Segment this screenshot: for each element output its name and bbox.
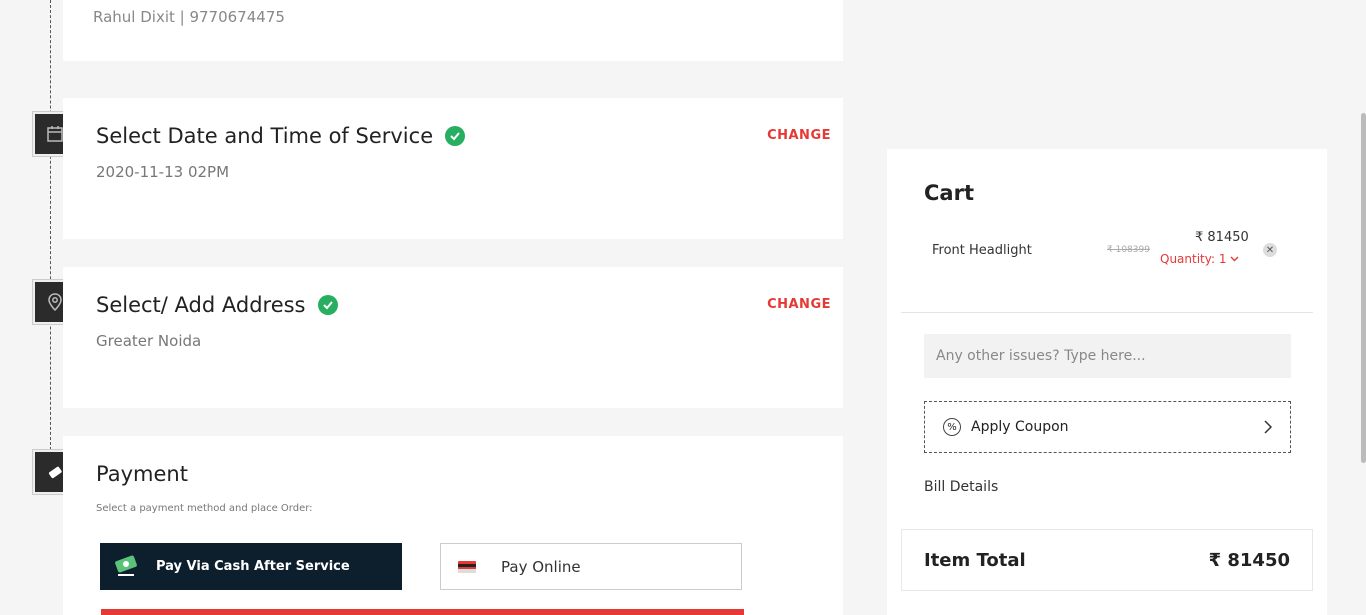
cart-panel: Cart Front Headlight ₹ 108399 ₹ 81450 Qu… — [887, 149, 1327, 615]
address-value: Greater Noida — [96, 332, 202, 350]
timeline-line — [50, 0, 51, 450]
change-address-button[interactable]: CHANGE — [767, 297, 831, 312]
payment-title: Payment — [96, 462, 188, 486]
item-total-row: Item Total ₹ 81450 — [901, 529, 1313, 591]
place-order-bar[interactable] — [101, 609, 744, 615]
card-icon — [457, 559, 477, 575]
apply-coupon-button[interactable]: % Apply Coupon — [924, 401, 1291, 453]
check-icon — [445, 126, 466, 146]
pay-cash-label: Pay Via Cash After Service — [156, 559, 350, 574]
address-card: Select/ Add Address Greater Noida CHANGE — [63, 267, 843, 408]
payment-hint: Select a payment method and place Order: — [96, 503, 313, 514]
pay-online-button[interactable]: Pay Online — [440, 543, 742, 590]
pay-online-label: Pay Online — [501, 557, 581, 576]
date-time-value: 2020-11-13 02PM — [96, 163, 230, 181]
cart-title: Cart — [924, 181, 974, 205]
percent-icon: % — [943, 418, 961, 436]
bill-details-label: Bill Details — [924, 479, 999, 495]
divider — [901, 312, 1313, 313]
change-date-button[interactable]: CHANGE — [767, 128, 831, 143]
issues-input[interactable] — [924, 334, 1291, 378]
chevron-down-icon — [1230, 256, 1239, 262]
page-scrollbar[interactable] — [1361, 113, 1366, 463]
quantity-label: Quantity: 1 — [1160, 252, 1227, 266]
contact-card: Rahul Dixit | 9770674475 — [63, 0, 843, 61]
cash-icon — [112, 555, 140, 579]
chevron-right-icon — [1264, 420, 1272, 434]
item-total-value: ₹ 81450 — [1208, 549, 1290, 571]
remove-item-button[interactable]: ✕ — [1263, 243, 1277, 257]
cart-item-name: Front Headlight — [932, 243, 1032, 258]
address-title-text: Select/ Add Address — [96, 293, 306, 317]
address-title: Select/ Add Address — [96, 293, 338, 317]
date-time-title: Select Date and Time of Service — [96, 124, 466, 148]
contact-text: Rahul Dixit | 9770674475 — [93, 8, 285, 26]
payment-card: Payment Select a payment method and plac… — [63, 436, 843, 615]
date-time-title-text: Select Date and Time of Service — [96, 124, 434, 148]
pay-cash-button[interactable]: Pay Via Cash After Service — [100, 543, 402, 590]
item-total-label: Item Total — [924, 549, 1026, 571]
cart-item-old-price: ₹ 108399 — [1107, 245, 1150, 255]
date-time-card: Select Date and Time of Service 2020-11-… — [63, 98, 843, 239]
check-icon — [317, 295, 338, 315]
cart-item-price: ₹ 81450 — [1195, 230, 1249, 245]
quantity-dropdown[interactable]: Quantity: 1 — [1160, 252, 1239, 266]
close-icon: ✕ — [1265, 244, 1275, 256]
apply-coupon-label: Apply Coupon — [971, 419, 1069, 435]
